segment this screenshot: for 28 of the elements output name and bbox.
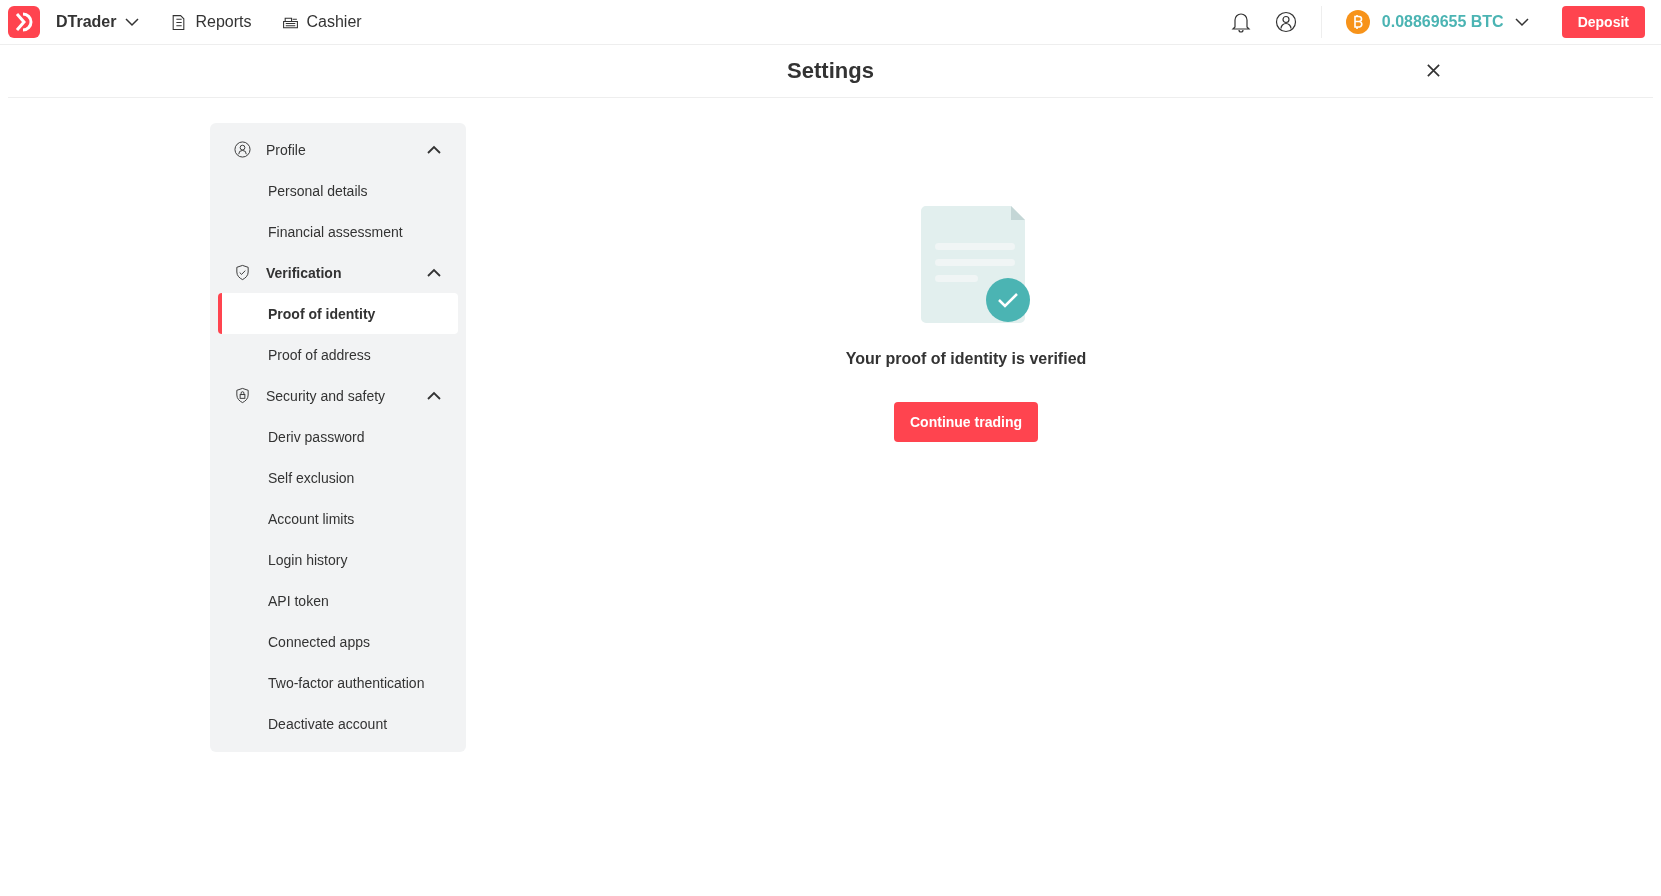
bitcoin-icon xyxy=(1345,10,1370,34)
sidebar-item[interactable]: Financial assessment xyxy=(218,211,458,252)
app-switcher[interactable]: DTrader xyxy=(56,13,141,31)
app-logo-icon[interactable] xyxy=(8,6,40,38)
verification-message: Your proof of identity is verified xyxy=(845,350,1087,368)
sidebar-section[interactable]: Profile xyxy=(210,129,466,170)
sidebar-item[interactable]: Account limits xyxy=(218,498,458,539)
user-account-icon[interactable] xyxy=(1274,11,1297,33)
close-icon[interactable] xyxy=(1426,63,1441,78)
sidebar-item[interactable]: Personal details xyxy=(218,170,458,211)
sidebar-item[interactable]: Deriv password xyxy=(218,416,458,457)
sidebar-item[interactable]: Two-factor authentication xyxy=(218,662,458,703)
sidebar-item[interactable]: Deactivate account xyxy=(218,703,458,744)
sidebar-section[interactable]: Security and safety xyxy=(210,375,466,416)
sidebar-item[interactable]: Login history xyxy=(218,539,458,580)
sidebar-item[interactable]: Proof of address xyxy=(218,334,458,375)
nav-link[interactable]: Reports xyxy=(170,13,252,31)
user-icon xyxy=(234,141,251,158)
nav-link[interactable]: Cashier xyxy=(281,13,362,31)
sidebar-section[interactable]: Verification xyxy=(210,252,466,293)
shield-check-icon xyxy=(234,264,251,281)
page-title: Settings xyxy=(787,58,874,84)
sidebar-item[interactable]: Proof of identity xyxy=(218,293,458,334)
sidebar-item[interactable]: Connected apps xyxy=(218,621,458,662)
sidebar-item[interactable]: Self exclusion xyxy=(218,457,458,498)
notification-bell-icon[interactable] xyxy=(1230,11,1251,33)
shield-lock-icon xyxy=(234,387,251,404)
sidebar-item[interactable]: API token xyxy=(218,580,458,621)
